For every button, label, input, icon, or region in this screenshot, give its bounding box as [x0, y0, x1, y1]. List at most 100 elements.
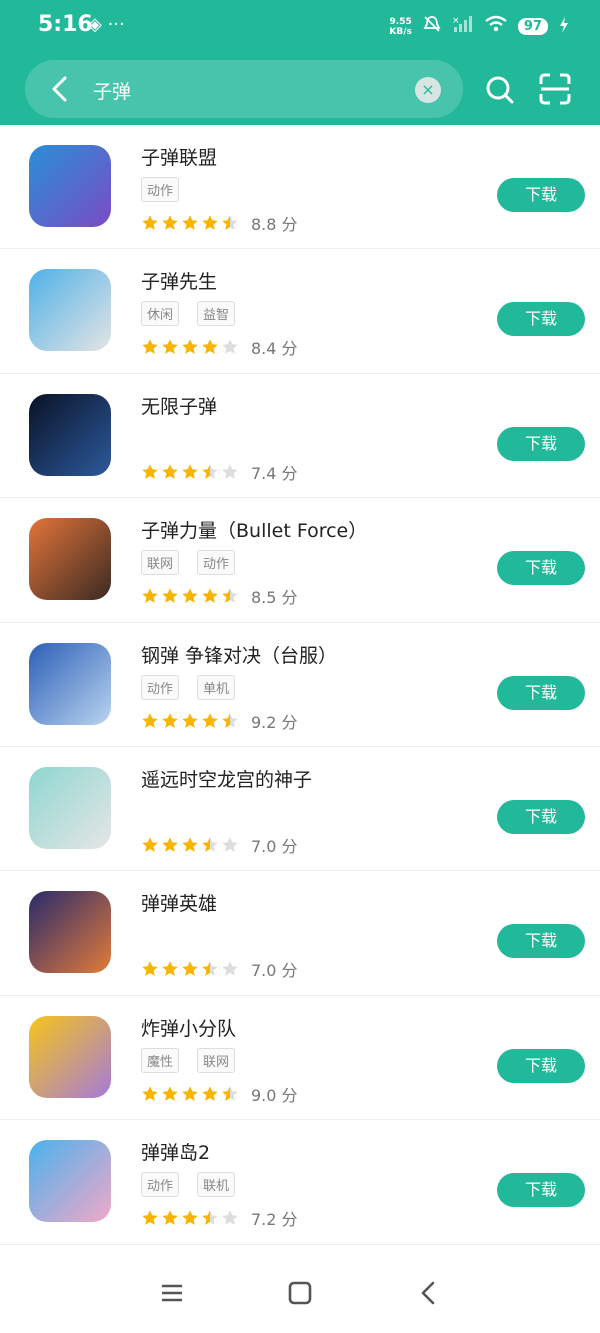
download-button[interactable]: 下载 [497, 426, 585, 461]
download-button[interactable]: 下载 [497, 1048, 585, 1083]
app-name[interactable]: 钢弹 争锋对决（台服） [141, 641, 337, 668]
search-input[interactable] [93, 75, 393, 105]
app-icon[interactable] [29, 766, 111, 849]
star-icon [182, 339, 198, 355]
app-list-item[interactable]: 钢弹 争锋对决（台服） 动作 单机 9.2 分 下载 [0, 623, 600, 747]
app-list-item[interactable]: 子弹先生休闲 益智 8.4 分 下载 [0, 249, 600, 374]
app-icon[interactable] [29, 642, 111, 725]
star-icon [202, 464, 218, 479]
star-icon [142, 712, 158, 728]
app-rating: 7.2 分 [141, 1206, 298, 1230]
wifi-icon [484, 15, 508, 38]
app-icon[interactable] [29, 145, 111, 227]
clear-icon[interactable]: × [415, 77, 441, 103]
app-score-unit: 分 [281, 1210, 298, 1230]
app-icon[interactable] [29, 393, 111, 476]
scan-icon[interactable] [538, 72, 572, 106]
star-icon [162, 1086, 178, 1101]
star-icon [202, 1210, 218, 1225]
back-arrow-icon[interactable] [45, 73, 75, 105]
star-rating [141, 1209, 239, 1227]
app-icon[interactable] [29, 269, 111, 352]
app-icon[interactable] [29, 1015, 111, 1098]
star-icon [222, 1210, 238, 1225]
star-rating [141, 463, 239, 481]
star-icon [162, 961, 178, 977]
app-rating: 9.0 分 [141, 1082, 298, 1106]
app-score: 9.0 分 [251, 1082, 298, 1106]
search-icon[interactable] [484, 74, 516, 106]
app-name[interactable]: 弹弹岛2 [141, 1138, 210, 1165]
app-list-item[interactable]: 子弹力量（Bullet Force） 联网 动作 8.5 分 下载 [0, 498, 600, 623]
app-list-item[interactable]: 遥远时空龙宫的神子 7.0 分 下载 [0, 747, 600, 872]
app-tag: 动作 [141, 1172, 180, 1198]
app-score-value: 8.8 [251, 215, 277, 234]
svg-text:×: × [452, 16, 460, 26]
notification-icons: ◈ ··· [88, 14, 125, 35]
app-icon[interactable] [29, 891, 111, 974]
star-icon [142, 339, 158, 355]
download-button[interactable]: 下载 [497, 924, 585, 959]
app-score: 7.0 分 [251, 833, 298, 857]
status-bar: 5:16 ◈ ··· 9.55 KB/s × 97 [0, 0, 600, 56]
app-score: 9.2 分 [251, 709, 298, 733]
app-list-item[interactable]: 无限子弹 7.4 分 下载 [0, 374, 600, 499]
download-button[interactable]: 下载 [497, 178, 585, 212]
star-icon [182, 215, 198, 230]
app-name[interactable]: 无限子弹 [141, 392, 217, 419]
app-list-item[interactable]: 子弹联盟 动作 8.8 分 下载 [0, 125, 600, 250]
download-button[interactable]: 下载 [497, 551, 585, 586]
star-icon [202, 712, 218, 728]
app-tag: 动作 [141, 177, 180, 202]
battery-level: 97 [517, 18, 548, 35]
app-score-value: 7.4 [251, 463, 277, 483]
star-icon [162, 712, 178, 728]
app-name[interactable]: 子弹力量（Bullet Force） [141, 516, 367, 543]
star-icon [222, 712, 238, 728]
star-icon [202, 588, 218, 604]
star-icon [222, 339, 238, 355]
app-score-unit: 分 [281, 588, 298, 608]
star-rating [141, 338, 239, 356]
menu-icon[interactable] [157, 1278, 187, 1308]
star-icon [182, 837, 198, 852]
download-button[interactable]: 下载 [497, 675, 585, 710]
download-button[interactable]: 下载 [497, 799, 585, 834]
status-time: 5:16 [38, 12, 93, 37]
app-rating: 7.0 分 [141, 833, 298, 857]
download-button[interactable]: 下载 [497, 1173, 585, 1208]
app-tag: 魔性 [141, 1047, 180, 1073]
star-icon [142, 588, 158, 604]
app-icon[interactable] [29, 1140, 111, 1223]
app-name[interactable]: 子弹联盟 [141, 143, 217, 170]
star-icon [202, 961, 218, 977]
app-list-item[interactable]: 弹弹英雄 7.0 分 下载 [0, 871, 600, 996]
app-score-value: 9.0 [251, 1085, 277, 1105]
star-icon [202, 339, 218, 355]
app-name[interactable]: 炸弹小分队 [141, 1014, 236, 1041]
back-icon[interactable] [414, 1278, 444, 1308]
star-icon [222, 464, 238, 479]
search-box: × [25, 60, 463, 118]
app-tags: 休闲 益智 [141, 301, 236, 327]
app-name[interactable]: 弹弹英雄 [141, 889, 217, 916]
app-score: 8.5 分 [251, 584, 298, 608]
star-icon [182, 1210, 198, 1225]
app-score: 7.0 分 [251, 957, 298, 981]
status-right-group: 9.55 KB/s × 97 [389, 14, 570, 39]
star-rating [141, 712, 239, 730]
home-icon[interactable] [285, 1278, 315, 1308]
star-icon [162, 1210, 178, 1225]
app-name[interactable]: 遥远时空龙宫的神子 [141, 765, 312, 792]
app-tags: 动作 单机 [141, 674, 236, 700]
app-score-unit: 分 [281, 339, 298, 359]
download-button[interactable]: 下载 [497, 302, 585, 337]
app-score-value: 8.4 [251, 339, 277, 359]
star-icon [182, 961, 198, 977]
star-icon [142, 464, 158, 479]
app-score: 7.4 分 [251, 460, 298, 484]
app-icon[interactable] [29, 518, 111, 601]
app-list-item[interactable]: 炸弹小分队 魔性 联网 9.0 分 下载 [0, 996, 600, 1121]
app-list-item[interactable]: 弹弹岛2 动作 联机 7.2 分 下载 [0, 1120, 600, 1245]
app-name[interactable]: 子弹先生 [141, 267, 217, 294]
